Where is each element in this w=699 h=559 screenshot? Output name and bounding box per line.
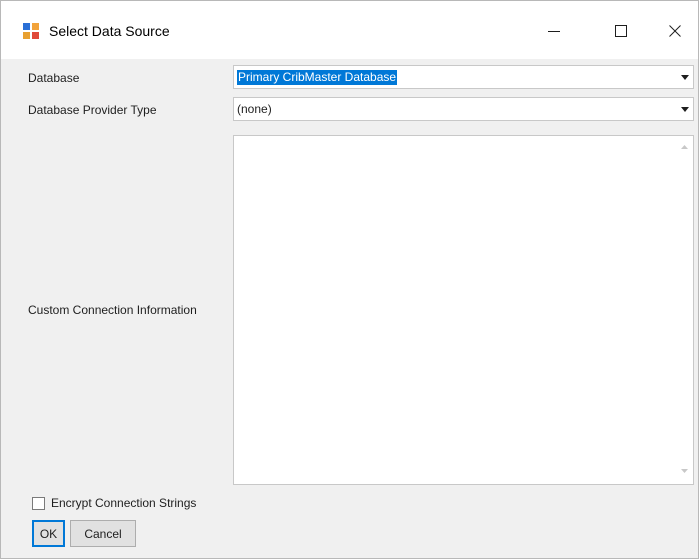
title-bar[interactable]: Select Data Source	[1, 1, 698, 59]
dialog-body: Database Primary CribMaster Database Dat…	[1, 59, 698, 558]
select-data-source-dialog: Select Data Source Database Primary Crib…	[0, 0, 699, 559]
chevron-down-icon[interactable]	[681, 75, 689, 80]
encrypt-connection-strings-checkbox[interactable]	[32, 496, 45, 510]
close-icon	[669, 25, 681, 37]
provider-type-value: (none)	[237, 102, 272, 116]
minimize-button[interactable]	[531, 9, 577, 53]
maximize-icon	[615, 25, 627, 37]
cancel-button[interactable]: Cancel	[70, 520, 136, 547]
chevron-down-icon[interactable]	[681, 107, 689, 112]
close-button[interactable]	[652, 9, 698, 53]
encrypt-connection-strings-label[interactable]: Encrypt Connection Strings	[51, 496, 196, 511]
custom-connection-textarea[interactable]	[233, 135, 694, 485]
scroll-down-arrow-icon[interactable]	[681, 469, 688, 473]
database-value: Primary CribMaster Database	[237, 70, 398, 85]
provider-type-select[interactable]: (none)	[233, 97, 694, 121]
minimize-icon	[548, 31, 560, 32]
provider-type-label: Database Provider Type	[28, 103, 157, 117]
app-icon	[23, 23, 39, 39]
database-label: Database	[28, 71, 80, 85]
ok-button[interactable]: OK	[32, 520, 65, 547]
database-select[interactable]: Primary CribMaster Database	[233, 65, 694, 89]
custom-connection-label: Custom Connection Information	[28, 303, 197, 317]
maximize-button[interactable]	[598, 9, 644, 53]
vertical-scrollbar[interactable]	[676, 136, 693, 484]
window-title: Select Data Source	[49, 23, 170, 39]
scroll-up-arrow-icon[interactable]	[681, 145, 688, 149]
encrypt-connection-strings-option[interactable]: Encrypt Connection Strings	[32, 495, 196, 511]
